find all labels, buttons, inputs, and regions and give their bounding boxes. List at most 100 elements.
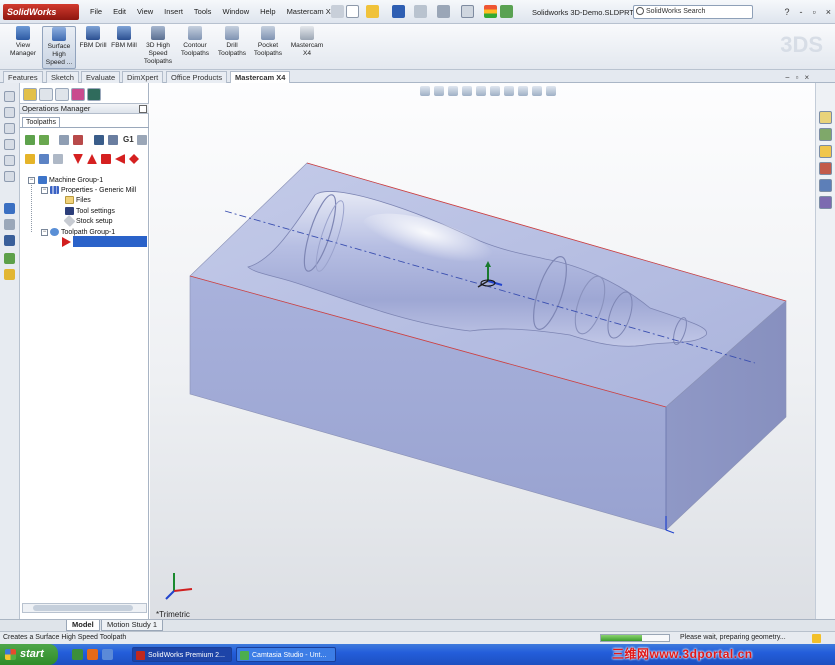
firefox-icon[interactable] — [87, 649, 98, 660]
tree-node-tool-settings[interactable]: Tool settings — [65, 207, 115, 216]
insert-arrow-icon[interactable] — [101, 154, 111, 164]
sketch-icon[interactable] — [4, 203, 15, 214]
select-icon[interactable] — [461, 5, 474, 18]
minimize-button[interactable]: - — [800, 7, 803, 17]
lock-icon[interactable] — [25, 154, 35, 164]
config-icon[interactable] — [4, 123, 15, 134]
file-explorer-icon[interactable] — [819, 145, 832, 158]
regenerate-dirty-icon[interactable] — [73, 135, 83, 145]
surface-high-speed-button[interactable]: Surface High Speed ... — [42, 26, 76, 69]
expand-icon[interactable] — [129, 154, 139, 164]
menu-window[interactable]: Window — [222, 7, 249, 16]
traffic-light-icon[interactable] — [484, 5, 497, 18]
home-icon[interactable] — [819, 111, 832, 124]
solidworks-logo[interactable]: SolidWorks — [3, 4, 79, 20]
mastercam-manager-tab-icon[interactable] — [87, 88, 101, 101]
undo-icon[interactable] — [437, 5, 450, 18]
wrench-icon[interactable] — [4, 269, 15, 280]
scrollbar-thumb[interactable] — [33, 605, 133, 611]
toggle-display-icon[interactable] — [39, 154, 49, 164]
feature-tree-icon[interactable] — [4, 91, 15, 102]
tab-evaluate[interactable]: Evaluate — [81, 71, 121, 83]
tab-sketch[interactable]: Sketch — [46, 71, 79, 83]
new-document-icon[interactable] — [346, 5, 359, 18]
drill-toolpaths-button[interactable]: Drill Toolpaths — [215, 26, 249, 58]
tree-node-properties[interactable]: Properties - Generic Mill — [50, 186, 136, 195]
regenerate-icon[interactable] — [59, 135, 69, 145]
tab-dimxpert[interactable]: DimXpert — [122, 71, 164, 83]
menu-file[interactable]: File — [90, 7, 102, 16]
tab-model[interactable]: Model — [66, 620, 100, 631]
tree-node-stock-setup[interactable]: Stock setup — [63, 215, 113, 228]
viewport-restore-button[interactable]: ▫ — [796, 73, 799, 82]
pin-icon[interactable] — [331, 5, 344, 18]
explorer-icon[interactable] — [102, 649, 113, 660]
collapse-toolpath-group-icon[interactable]: − — [41, 229, 48, 236]
move-down-icon[interactable] — [73, 154, 83, 164]
collapse-machine-group-icon[interactable]: − — [28, 177, 35, 184]
property-icon[interactable] — [4, 107, 15, 118]
view-icon[interactable] — [4, 235, 15, 246]
start-button[interactable]: start — [0, 644, 58, 665]
taskbar-solidworks[interactable]: SolidWorks Premium 2... — [132, 647, 232, 662]
help-button[interactable]: ? — [785, 7, 790, 17]
property-manager-tab-icon[interactable] — [39, 88, 53, 101]
rebuild-icon[interactable] — [500, 5, 513, 18]
post-g1-icon[interactable]: G1 — [123, 135, 134, 144]
dimxpert-icon[interactable] — [4, 139, 15, 150]
fbm-mill-button[interactable]: FBM Mill — [109, 26, 139, 50]
open-folder-icon[interactable] — [366, 5, 379, 18]
more-tools-icon[interactable] — [137, 135, 147, 145]
quick-tips-icon[interactable] — [812, 634, 821, 643]
mastercam-x4-button[interactable]: Mastercam X4 — [288, 26, 326, 58]
cad-model[interactable] — [150, 83, 815, 619]
menu-mastercam[interactable]: Mastercam X4 — [287, 7, 335, 16]
menu-insert[interactable]: Insert — [164, 7, 183, 16]
configuration-manager-tab-icon[interactable] — [55, 88, 69, 101]
appearances-icon[interactable] — [819, 196, 832, 209]
print-icon[interactable] — [414, 5, 427, 18]
display-icon[interactable] — [4, 155, 15, 166]
tab-features[interactable]: Features — [3, 71, 43, 83]
search-results-icon[interactable] — [819, 162, 832, 175]
contour-toolpaths-button[interactable]: Contour Toolpaths — [178, 26, 212, 58]
dimension-icon[interactable] — [4, 219, 15, 230]
move-up-icon[interactable] — [87, 154, 97, 164]
tree-node-files[interactable]: Files — [65, 196, 91, 205]
taskbar-camtasia[interactable]: Camtasia Studio - Unt... — [236, 647, 336, 662]
menu-view[interactable]: View — [137, 7, 153, 16]
menu-edit[interactable]: Edit — [113, 7, 126, 16]
collapse-properties-icon[interactable]: − — [41, 187, 48, 194]
menu-tools[interactable]: Tools — [194, 7, 212, 16]
view-manager-button[interactable]: View Manager — [6, 26, 40, 58]
pocket-toolpaths-button[interactable]: Pocket Toolpaths — [251, 26, 285, 58]
save-icon[interactable] — [392, 5, 405, 18]
selected-new-toolpath-node[interactable] — [73, 236, 147, 247]
select-all-icon[interactable] — [25, 135, 35, 145]
verify-icon[interactable] — [108, 135, 118, 145]
design-library-icon[interactable] — [819, 128, 832, 141]
fbm-drill-button[interactable]: FBM Drill — [78, 26, 108, 50]
tree-node-machine-group[interactable]: Machine Group-1 — [38, 176, 103, 185]
viewport-minimize-button[interactable]: − — [785, 73, 790, 82]
viewport-close-button[interactable]: × — [805, 73, 810, 82]
tab-motion-study[interactable]: Motion Study 1 — [101, 620, 164, 631]
select-dirty-icon[interactable] — [39, 135, 49, 145]
maximize-button[interactable]: ▫ — [813, 7, 816, 17]
insert-arrow-marker-icon[interactable] — [62, 237, 71, 247]
3d-high-speed-button[interactable]: 3D High Speed Toolpaths — [140, 26, 176, 66]
layer-icon[interactable] — [4, 171, 15, 182]
show-desktop-icon[interactable] — [72, 649, 83, 660]
tool-icon[interactable] — [4, 253, 15, 264]
scroll-to-insert-icon[interactable] — [115, 154, 125, 164]
feature-manager-tab-icon[interactable] — [23, 88, 37, 101]
search-input[interactable]: SolidWorks Search — [633, 5, 753, 19]
menu-help[interactable]: Help — [260, 7, 275, 16]
tab-office-products[interactable]: Office Products — [166, 71, 228, 83]
close-button[interactable]: × — [826, 7, 831, 17]
panel-horizontal-scrollbar[interactable] — [22, 603, 147, 613]
post-lock-icon[interactable] — [53, 154, 63, 164]
dimxpert-manager-tab-icon[interactable] — [71, 88, 85, 101]
chevron-down-icon[interactable] — [139, 105, 147, 113]
backplot-icon[interactable] — [94, 135, 104, 145]
